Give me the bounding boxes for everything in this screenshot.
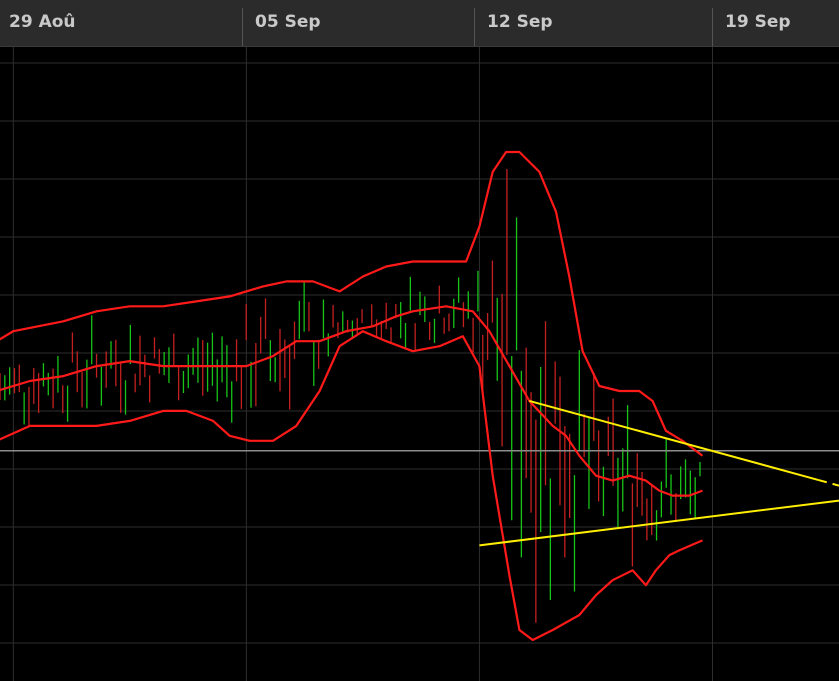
chart: 29 Aoû 05 Sep 12 Sep 19 Sep <box>0 0 839 681</box>
date-axis: 29 Aoû 05 Sep 12 Sep 19 Sep <box>0 0 839 47</box>
bollinger-bands <box>0 150 704 642</box>
x-tick-label: 12 Sep <box>487 12 553 32</box>
plot-area <box>0 47 839 681</box>
x-tick-label: 05 Sep <box>255 12 321 32</box>
trendlines <box>479 399 839 547</box>
bollinger-lower-line <box>0 330 703 642</box>
grid-lines <box>0 47 839 681</box>
bollinger-middle-line <box>0 305 703 497</box>
bollinger-upper-line <box>0 150 704 457</box>
x-tick-label: 19 Sep <box>725 12 791 32</box>
resistance-trendline-projection <box>818 479 839 487</box>
support-trendline <box>479 499 839 547</box>
x-tick-separator <box>712 8 713 46</box>
x-tick-separator <box>474 8 475 46</box>
resistance-trendline <box>529 399 820 482</box>
x-tick-label: 29 Aoû <box>9 12 76 32</box>
x-tick-separator <box>242 8 243 46</box>
